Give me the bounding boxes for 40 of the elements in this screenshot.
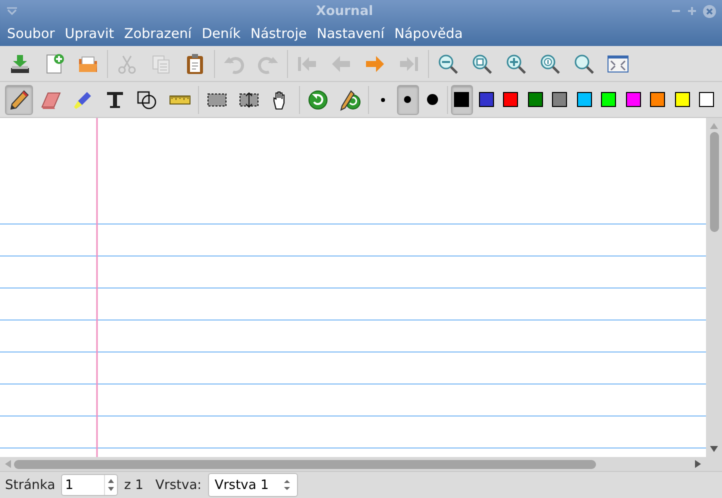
scroll-down-icon[interactable]: [710, 445, 718, 453]
fullscreen-icon: [607, 52, 629, 74]
clipboard-icon: [184, 52, 206, 74]
vertical-scrollbar[interactable]: [706, 118, 722, 457]
copy-icon: [150, 52, 172, 74]
page-label: Stránka: [5, 478, 56, 492]
zoom-fit-icon: [471, 52, 493, 74]
scrollbar-thumb[interactable]: [14, 460, 596, 468]
scroll-right-icon[interactable]: [694, 460, 702, 468]
page-number-field[interactable]: 1: [61, 474, 118, 496]
zoom-icon: [573, 52, 595, 74]
dot-icon: [426, 94, 438, 105]
scrollbar-thumb[interactable]: [710, 132, 718, 232]
horizontal-scrollbar[interactable]: [0, 457, 722, 471]
page-count: z 1: [124, 478, 144, 492]
layer-label: Vrstva:: [155, 478, 202, 492]
menu-item[interactable]: Nastavení: [312, 26, 390, 42]
tool-button[interactable]: [5, 84, 34, 114]
layer-dropdown[interactable]: Vrstva 1: [208, 473, 298, 497]
menu-item[interactable]: Upravit: [60, 26, 120, 42]
zoom-out-icon: [437, 52, 459, 74]
spinner-arrows-icon[interactable]: [107, 478, 116, 492]
menu-item[interactable]: Nápověda: [389, 26, 468, 42]
menu-item[interactable]: Soubor: [2, 26, 60, 42]
menu-item[interactable]: Deník: [196, 26, 246, 42]
zoom-in-icon: [505, 52, 527, 74]
zoom-actual-icon: [539, 52, 561, 74]
pen-size-button[interactable]: [396, 84, 420, 114]
dot-icon: [404, 96, 412, 103]
download-icon: [9, 52, 31, 74]
refresh-icon: [306, 88, 329, 110]
menu-item[interactable]: Nástroje: [246, 26, 312, 42]
menu-item[interactable]: Zobrazení: [119, 26, 197, 42]
dot-icon: [381, 98, 386, 102]
shapes-icon: [136, 88, 158, 110]
window-title: Xournal: [314, 4, 374, 18]
spinner-arrows-icon: [282, 478, 291, 492]
pencil-icon: [8, 88, 30, 110]
color-button[interactable]: [450, 84, 474, 114]
pencil-refresh-icon: [339, 88, 362, 110]
